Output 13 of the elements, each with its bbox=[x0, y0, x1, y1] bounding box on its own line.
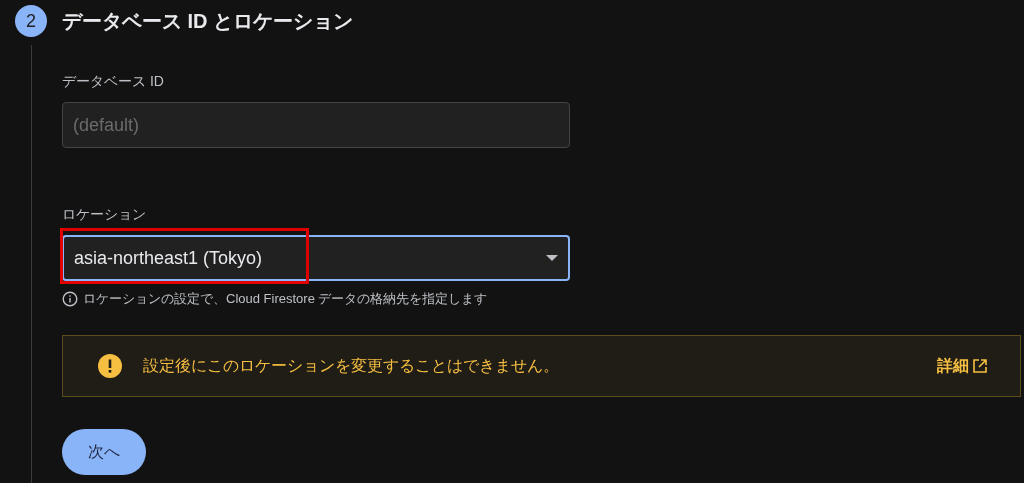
external-link-icon bbox=[972, 357, 988, 374]
info-icon bbox=[62, 290, 78, 307]
hint-text: ロケーションの設定で、Cloud Firestore データの格納先を指定します bbox=[83, 290, 488, 308]
details-link[interactable]: 詳細 bbox=[937, 353, 988, 378]
next-button[interactable]: 次へ bbox=[62, 428, 146, 475]
warning-text: 設定後にこのロケーションを変更することはできません。 bbox=[143, 355, 560, 376]
location-dropdown[interactable]: asia-northeast1 (Tokyo) bbox=[62, 235, 570, 281]
dropdown-caret-icon bbox=[546, 255, 558, 261]
field-label: ロケーション bbox=[62, 205, 147, 224]
step-number: 2 bbox=[15, 5, 47, 37]
step-title: データベース ID とロケーション bbox=[62, 9, 355, 34]
field-label: データベース ID bbox=[62, 72, 165, 91]
warning-icon bbox=[97, 352, 123, 379]
